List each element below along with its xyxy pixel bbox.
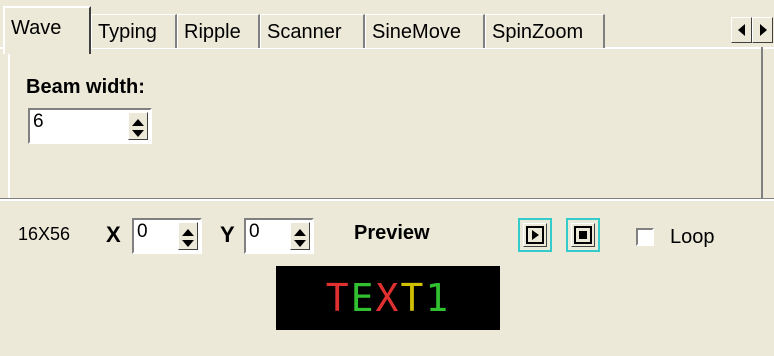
tab-scroll-left-button[interactable] [731, 17, 752, 43]
x-offset-spinner[interactable]: 0 [132, 218, 202, 254]
led-char: X [375, 276, 401, 320]
play-button[interactable] [518, 218, 552, 252]
led-char: E [350, 276, 376, 320]
stop-icon [574, 226, 592, 244]
play-icon [526, 226, 544, 244]
arrow-right-icon [760, 24, 767, 36]
tab-wave[interactable]: Wave [3, 6, 91, 54]
y-label: Y [220, 222, 235, 247]
tab-sinemove[interactable]: SineMove [365, 14, 485, 48]
led-preview-display: T E X T 1 [276, 266, 500, 330]
led-char: T [400, 276, 426, 320]
arrow-left-icon [738, 24, 745, 36]
tab-scanner[interactable]: Scanner [260, 14, 365, 48]
beam-width-spinner[interactable]: 6 [28, 108, 152, 144]
beam-width-label: Beam width: [26, 76, 145, 98]
tab-typing[interactable]: Typing [91, 14, 177, 48]
spin-up-down-icon [182, 229, 194, 247]
preview-label: Preview [354, 222, 430, 244]
tab-ripple[interactable]: Ripple [177, 14, 260, 48]
spin-up-down-icon [132, 119, 144, 137]
x-offset-value: 0 [137, 221, 148, 242]
beam-width-value: 6 [33, 111, 44, 132]
y-offset-value: 0 [249, 221, 260, 242]
loop-label[interactable]: Loop [670, 226, 715, 249]
y-offset-spinner[interactable]: 0 [244, 218, 314, 254]
led-char: T [325, 276, 351, 320]
loop-checkbox[interactable] [636, 228, 654, 246]
x-label: X [106, 222, 121, 247]
matrix-dimensions: 16X56 [18, 224, 71, 244]
tab-scroll-right-button[interactable] [752, 17, 773, 43]
y-spinner-arrows[interactable] [290, 222, 310, 250]
tab-spinzoom[interactable]: SpinZoom [485, 14, 605, 48]
spin-up-down-icon [294, 229, 306, 247]
stop-button[interactable] [566, 218, 600, 252]
section-divider [0, 198, 774, 201]
led-char: 1 [425, 276, 451, 320]
x-spinner-arrows[interactable] [178, 222, 198, 250]
spinner-arrows[interactable] [128, 112, 148, 140]
tab-scroll-buttons [731, 17, 773, 43]
